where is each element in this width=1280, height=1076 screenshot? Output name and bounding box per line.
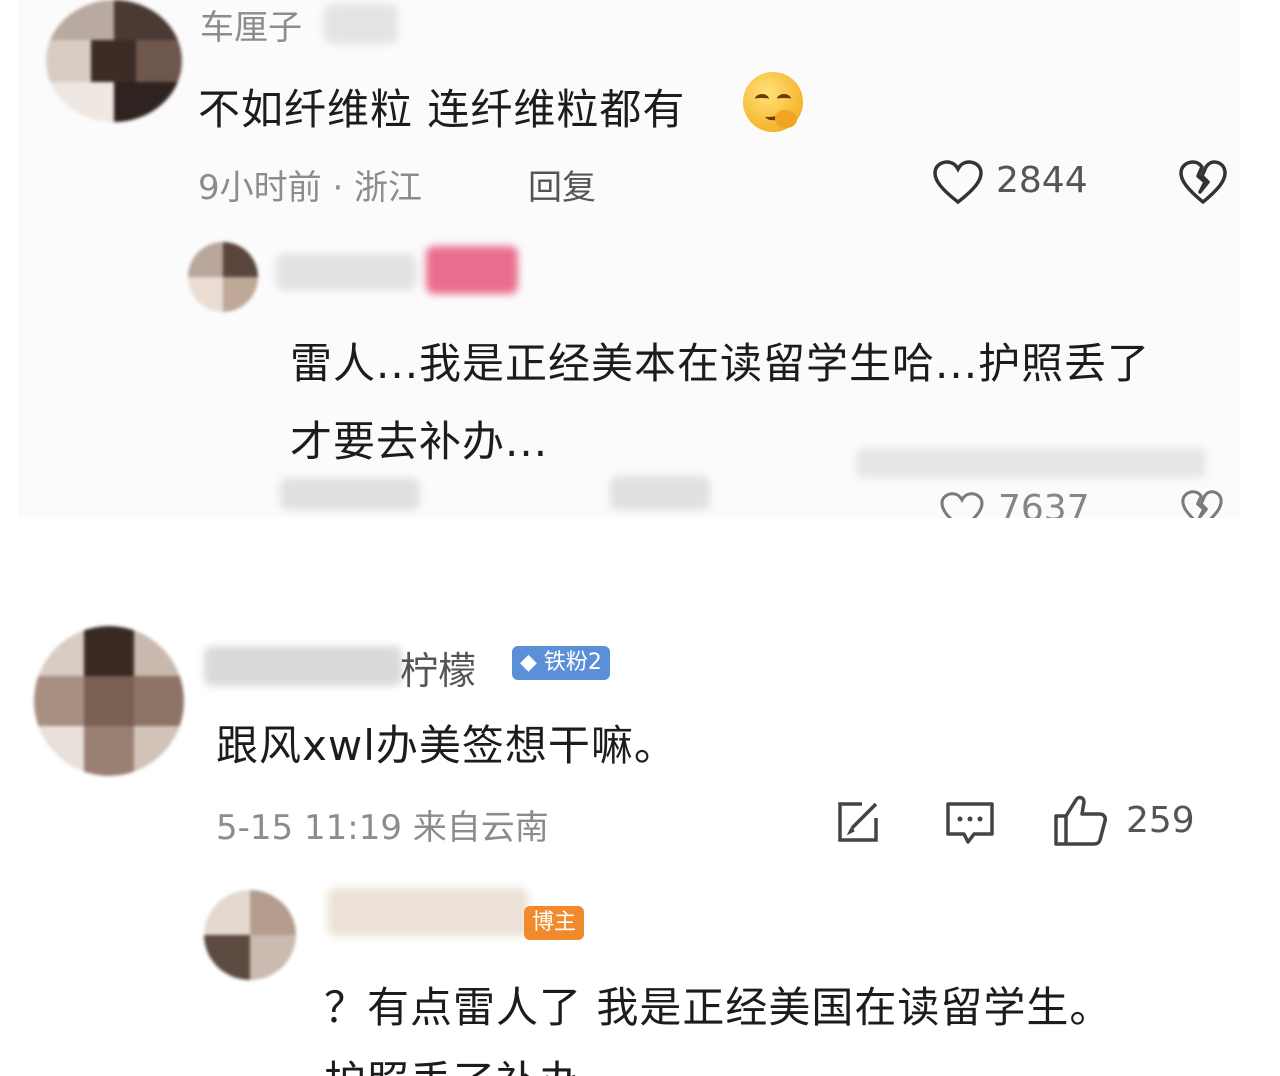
redacted-username <box>328 888 528 936</box>
reply-text-line1: ？有点雷人了 我是正经美国在读留学生。 <box>324 983 1113 1032</box>
reply-text-line2: 才要去补办... <box>290 417 549 466</box>
avatar[interactable] <box>34 626 184 776</box>
comment-card-1: 车厘子 不如纤维粒 连纤维粒都有 9小时前 · 浙江 回复 2844 雷人...… <box>18 0 1240 518</box>
reply-text-line2: 护照丢了补办 <box>324 1048 582 1076</box>
redacted-username <box>204 646 402 686</box>
timestamp-location: 5-15 11:19 来自云南 <box>216 808 549 848</box>
reply-avatar[interactable] <box>188 242 258 312</box>
reply-button[interactable]: 回复 <box>528 160 596 209</box>
reply-text-line1: 雷人...我是正经美本在读留学生哈...护照丢了 <box>290 339 1151 388</box>
reply-like-count: 7637 <box>998 488 1090 518</box>
heart-icon[interactable] <box>932 160 984 206</box>
edit-icon[interactable] <box>834 798 882 846</box>
smirk-emoji-icon <box>743 72 803 132</box>
comment-icon[interactable] <box>944 800 996 846</box>
redacted-tag <box>426 246 518 294</box>
redacted-meta <box>280 478 420 510</box>
reply-avatar[interactable] <box>204 890 296 980</box>
redacted-username <box>324 4 398 44</box>
broken-heart-icon[interactable] <box>1178 160 1228 206</box>
fan-badge-label: 铁粉2 <box>543 650 602 675</box>
username[interactable]: 车厘子 <box>200 0 302 49</box>
like-count: 2844 <box>996 160 1088 201</box>
avatar[interactable] <box>46 0 182 122</box>
redacted-overlay <box>856 448 1206 478</box>
broken-heart-icon[interactable] <box>1178 490 1226 518</box>
diamond-icon: ◆ <box>520 650 537 675</box>
heart-icon[interactable] <box>938 492 986 518</box>
author-badge: 博主 <box>524 906 585 940</box>
like-count: 259 <box>1126 800 1195 841</box>
username-suffix[interactable]: 柠檬 <box>400 640 476 695</box>
timestamp-location: 9小时前 · 浙江 <box>198 168 423 208</box>
redacted-username <box>276 254 416 290</box>
comment-text: 跟风xwl办美签想干嘛。 <box>216 721 677 770</box>
fan-badge: ◆ 铁粉2 <box>512 646 610 680</box>
comment-text: 不如纤维粒 连纤维粒都有 <box>198 85 686 134</box>
redacted-reply <box>610 476 710 510</box>
comment-card-2: 柠檬 ◆ 铁粉2 跟风xwl办美签想干嘛。 5-15 11:19 来自云南 25… <box>18 602 1240 1076</box>
thumbs-up-icon[interactable] <box>1052 794 1108 848</box>
